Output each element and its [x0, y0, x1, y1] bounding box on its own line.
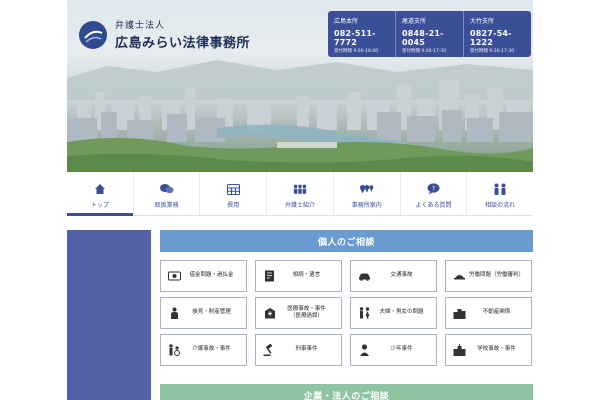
nav-label: 事務所案内 — [351, 202, 382, 209]
office-hours: 受付時間 9:30-17:30 — [470, 49, 515, 54]
card-real-estate[interactable]: 不動産関係 — [445, 297, 532, 329]
map-pin-icon — [359, 182, 374, 196]
section-header-individual: 個人のご相談 — [160, 230, 533, 252]
card-label: 夫婦・男女の問題 — [379, 309, 424, 316]
office-phone[interactable]: 0827-54-1222 — [470, 29, 531, 47]
firm-name: 広島みらい法律事務所 — [115, 36, 251, 51]
office-phone[interactable]: 082-511-7772 — [334, 29, 395, 47]
card-label: 医療事故・事件 （医療過誤） — [287, 305, 326, 319]
firm-type: 弁護士法人 — [115, 21, 166, 31]
gavel-icon — [263, 344, 276, 357]
chat-icon — [159, 182, 174, 196]
card-medical[interactable]: 医療事故・事件 （医療過誤） — [255, 297, 342, 329]
office-name: 尾道支所 — [402, 18, 427, 25]
home-icon — [93, 182, 107, 196]
nav-item-consultation-flow[interactable]: 相談の流れ — [467, 172, 533, 215]
worker-icon — [453, 270, 466, 283]
nav-label: トップ — [90, 202, 109, 209]
card-label: 相続・遺言 — [292, 272, 321, 279]
nav-item-faq[interactable]: ? よくある質問 — [401, 172, 468, 215]
nav-item-office-guide[interactable]: 事務所案内 — [334, 172, 401, 215]
firm-logo[interactable]: 弁護士法人 広島みらい法律事務所 — [79, 18, 250, 51]
nav-item-fees[interactable]: 費用 — [200, 172, 268, 215]
calculator-icon — [226, 182, 240, 196]
school-icon — [453, 344, 466, 357]
money-icon — [168, 270, 181, 283]
nav-item-lawyers[interactable]: 弁護士紹介 — [267, 172, 334, 215]
office-hours: 受付時間 9:00-18:00 — [334, 49, 379, 54]
nav-label: 取扱業務 — [154, 202, 179, 209]
consultation-icon — [493, 182, 507, 196]
caregiver-icon — [168, 344, 181, 357]
document-icon — [263, 270, 276, 283]
office-hiroshima[interactable]: 広島本所 082-511-7772 受付時間 9:00-18:00 — [328, 11, 395, 57]
hero-banner: 弁護士法人 広島みらい法律事務所 広島本所 082-511-7772 受付時間 … — [67, 0, 533, 172]
office-otake[interactable]: 大竹支所 0827-54-1222 受付時間 9:30-17:30 — [463, 11, 531, 57]
sidebar — [67, 230, 151, 400]
card-criminal[interactable]: 刑事事件 — [255, 334, 342, 366]
office-phone[interactable]: 0848-21-0045 — [402, 29, 463, 47]
card-debt[interactable]: 借金問題・過払金 — [160, 260, 247, 292]
card-label: 借金問題・過払金 — [189, 272, 234, 279]
card-label: 刑事事件 — [295, 346, 318, 353]
nav-label: 相談の流れ — [485, 202, 516, 209]
office-name: 広島本所 — [334, 18, 359, 25]
card-guardianship[interactable]: 後見・財産管理 — [160, 297, 247, 329]
card-inheritance[interactable]: 相続・遺言 — [255, 260, 342, 292]
couple-icon — [358, 307, 371, 320]
card-traffic-accident[interactable]: 交通事故 — [350, 260, 437, 292]
office-onomichi[interactable]: 尾道支所 0848-21-0045 受付時間 9:00-17:30 — [395, 11, 463, 57]
card-juvenile[interactable]: 少年事件 — [350, 334, 437, 366]
hospital-icon — [263, 307, 276, 320]
section-header-corporate: 企業・法人のご相談 — [160, 384, 533, 400]
office-contact-box: 広島本所 082-511-7772 受付時間 9:00-18:00 尾道支所 0… — [328, 11, 531, 57]
card-label: 後見・財産管理 — [192, 309, 231, 316]
firm-emblem-icon — [79, 20, 107, 49]
consultation-grid: 借金問題・過払金 相続・遺言 交通事故 労働問題（労働審判） 後見・財産管理 医… — [160, 260, 533, 366]
card-marital[interactable]: 夫婦・男女の問題 — [350, 297, 437, 329]
card-label: 労働問題（労働審判） — [468, 272, 524, 279]
svg-text:?: ? — [432, 185, 435, 192]
guardian-icon — [168, 307, 181, 320]
youth-icon — [358, 344, 371, 357]
question-bubble-icon: ? — [426, 182, 440, 196]
car-icon — [358, 270, 371, 283]
main-nav: トップ 取扱業務 費用 弁護士紹介 事務所案内 ? よくある質問 相談の流れ — [67, 172, 533, 216]
nav-label: 費用 — [227, 202, 240, 209]
nav-label: よくある質問 — [415, 202, 452, 209]
card-school[interactable]: 学校事故・事件 — [445, 334, 532, 366]
card-label: 介護事故・事件 — [192, 346, 231, 353]
nav-item-practice-areas[interactable]: 取扱業務 — [134, 172, 201, 215]
card-nursing-care[interactable]: 介護事故・事件 — [160, 334, 247, 366]
office-name: 大竹支所 — [470, 18, 495, 25]
nav-label: 弁護士紹介 — [285, 202, 316, 209]
card-label: 学校事故・事件 — [477, 346, 516, 353]
card-labor[interactable]: 労働問題（労働審判） — [445, 260, 532, 292]
card-label: 交通事故 — [390, 272, 413, 279]
people-icon — [293, 182, 307, 196]
office-hours: 受付時間 9:00-17:30 — [402, 49, 447, 54]
card-label: 不動産関係 — [482, 309, 511, 316]
card-label: 少年事件 — [390, 346, 413, 353]
nav-item-top[interactable]: トップ — [67, 172, 134, 216]
buildings-icon — [453, 307, 466, 320]
